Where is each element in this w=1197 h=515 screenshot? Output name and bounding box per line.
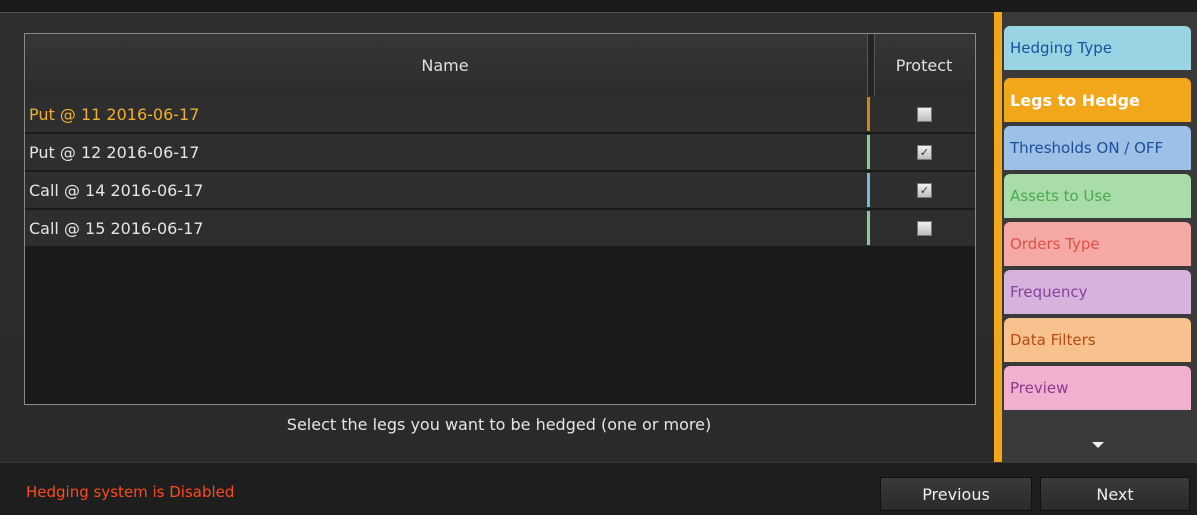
main-panel: Name Protect Put @ 11 2016-06-17 Put @ 12… bbox=[0, 12, 994, 463]
footer-bar: Hedging system is Disabled Previous Next bbox=[0, 462, 1197, 515]
row-color-marker bbox=[867, 173, 870, 207]
protect-checkbox[interactable] bbox=[917, 221, 932, 236]
step-tab[interactable]: Orders Type bbox=[1004, 222, 1191, 266]
leg-label: Put @ 12 2016-06-17 bbox=[29, 143, 200, 162]
instruction-text: Select the legs you want to be hedged (o… bbox=[286, 415, 712, 434]
step-tab[interactable]: Legs to Hedge bbox=[1004, 78, 1191, 122]
table-row[interactable]: Call @ 14 2016-06-17 ✓ bbox=[25, 172, 975, 210]
leg-label: Call @ 15 2016-06-17 bbox=[29, 219, 204, 238]
status-message: Hedging system is Disabled bbox=[26, 483, 235, 501]
table-header: Name Protect bbox=[25, 34, 975, 97]
step-tab[interactable]: Assets to Use bbox=[1004, 174, 1191, 218]
table-row[interactable]: Put @ 12 2016-06-17 ✓ bbox=[25, 134, 975, 172]
wizard-steps-sidebar: Hedging Type Legs to Hedge Thresholds ON /… bbox=[994, 12, 1197, 462]
column-header-protect[interactable]: Protect bbox=[873, 34, 975, 96]
protect-checkbox[interactable]: ✓ bbox=[917, 145, 932, 160]
step-tab[interactable]: Hedging Type bbox=[1004, 26, 1191, 70]
table-row[interactable]: Put @ 11 2016-06-17 bbox=[25, 96, 975, 134]
previous-button[interactable]: Previous bbox=[880, 477, 1032, 511]
step-tab[interactable]: Thresholds ON / OFF bbox=[1004, 126, 1191, 170]
protect-checkbox[interactable] bbox=[917, 107, 932, 122]
column-header-name[interactable]: Name bbox=[25, 34, 865, 96]
step-tab[interactable]: Data Filters bbox=[1004, 318, 1191, 362]
step-tab[interactable]: Preview bbox=[1004, 366, 1191, 410]
leg-label: Put @ 11 2016-06-17 bbox=[29, 105, 200, 124]
table-row[interactable]: Call @ 15 2016-06-17 bbox=[25, 210, 975, 248]
row-color-marker bbox=[867, 135, 870, 169]
row-color-marker bbox=[867, 97, 870, 131]
chevron-down-icon[interactable] bbox=[1092, 442, 1104, 448]
legs-table: Name Protect Put @ 11 2016-06-17 Put @ 12… bbox=[24, 33, 976, 405]
protect-checkbox[interactable]: ✓ bbox=[917, 183, 932, 198]
leg-label: Call @ 14 2016-06-17 bbox=[29, 181, 204, 200]
step-tab[interactable]: Frequency bbox=[1004, 270, 1191, 314]
row-color-marker bbox=[867, 211, 870, 245]
next-button[interactable]: Next bbox=[1040, 477, 1190, 511]
